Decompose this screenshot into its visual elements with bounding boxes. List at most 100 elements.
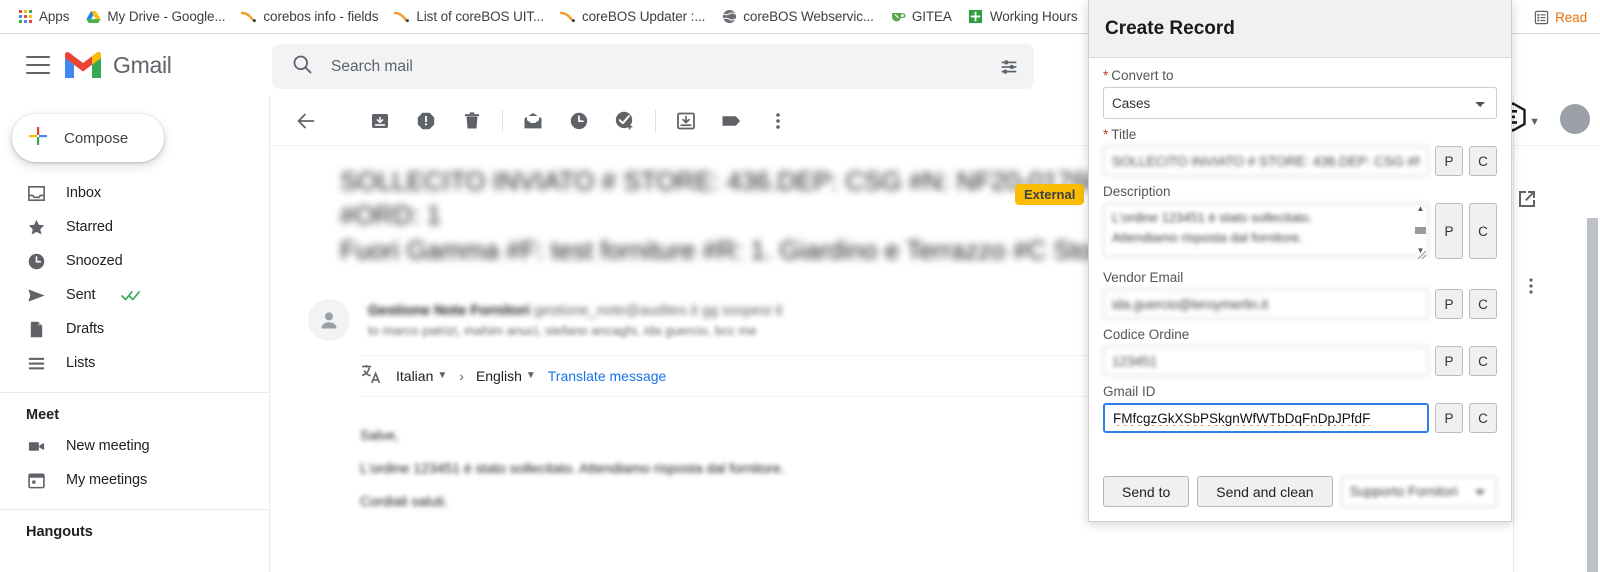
search-options-icon[interactable]	[998, 56, 1020, 78]
double-check-icon	[121, 289, 141, 302]
bookmarks-overflow: Read	[1526, 0, 1600, 33]
description-paste-button[interactable]: P	[1435, 203, 1463, 259]
target-language-label: English	[475, 367, 522, 384]
label-text: Codice Ordine	[1103, 327, 1190, 342]
bookmark-list-of-corebos-uit[interactable]: List of coreBOS UIT...	[387, 7, 551, 27]
bookmark-corebos-info-fields[interactable]: corebos info - fields	[234, 7, 385, 27]
sidebar-item-label: Snoozed	[66, 253, 123, 269]
bookmark-label: My Drive - Google...	[107, 9, 226, 24]
vendor-email-input[interactable]	[1103, 289, 1429, 319]
gmail-id-paste-button[interactable]: P	[1435, 403, 1463, 433]
translate-bar: Italian ▼ › English ▼ Translate message	[360, 354, 1190, 397]
label-icon[interactable]	[712, 101, 752, 141]
search-bar[interactable]	[272, 44, 1034, 89]
field-vendor-email: Vendor Email P C	[1103, 270, 1497, 319]
sidebar-item-drafts[interactable]: Drafts	[0, 312, 259, 346]
bookmark-gitea[interactable]: GITEA	[883, 7, 959, 27]
clock-icon	[26, 251, 46, 271]
report-spam-icon[interactable]	[406, 101, 446, 141]
gmail-m-icon	[62, 49, 104, 81]
browser-window: Apps My Drive - Google... corebos info -…	[0, 0, 1600, 572]
bookmark-my-drive[interactable]: My Drive - Google...	[78, 7, 232, 27]
description-copy-button[interactable]: C	[1469, 203, 1497, 259]
avatar[interactable]	[1560, 104, 1590, 134]
translate-arrow-icon: ›	[459, 367, 464, 384]
hangouts-section-title: Hangouts	[26, 524, 93, 540]
more-options-icon[interactable]	[1528, 276, 1534, 299]
label-text: Description	[1103, 184, 1171, 199]
open-in-new-window-icon[interactable]	[1516, 188, 1538, 210]
archive-icon[interactable]	[360, 101, 400, 141]
message-recipients: to marco patrizi, mahim anuci, stefano a…	[368, 322, 757, 338]
bookmark-reading-list[interactable]: Read	[1526, 7, 1594, 27]
google-drive-icon	[85, 9, 101, 25]
description-textarea[interactable]	[1103, 203, 1429, 257]
bookmark-apps[interactable]: Apps	[10, 7, 76, 27]
sidebar-item-inbox[interactable]: Inbox	[0, 176, 259, 210]
send-and-clean-button[interactable]: Send and clean	[1197, 476, 1333, 507]
sidebar-item-label: Starred	[66, 219, 113, 235]
gmail-id-copy-button[interactable]: C	[1469, 403, 1497, 433]
sidebar-item-lists[interactable]: Lists	[0, 346, 259, 380]
bookmark-label: coreBOS Webservic...	[743, 9, 874, 24]
main-menu-icon[interactable]	[26, 56, 50, 74]
plus-icon	[26, 124, 50, 152]
bookmark-corebos-webservices[interactable]: coreBOS Webservic...	[714, 7, 881, 27]
more-options-icon[interactable]	[758, 101, 798, 141]
gmail-logo[interactable]: Gmail	[62, 49, 172, 81]
back-icon[interactable]	[286, 101, 326, 141]
gitea-icon	[890, 9, 906, 25]
convert-to-select[interactable]: Cases	[1103, 87, 1497, 119]
bookmark-corebos-updater[interactable]: coreBOS Updater :...	[553, 7, 712, 27]
gmail-id-input[interactable]	[1103, 403, 1429, 433]
translate-message-link[interactable]: Translate message	[548, 368, 667, 384]
bookmark-working-hours[interactable]: Working Hours	[961, 7, 1085, 27]
sidebar-item-my-meetings[interactable]: My meetings	[0, 463, 259, 497]
avatar	[308, 298, 350, 341]
bookmark-label: Read	[1555, 9, 1587, 25]
email-subject-line-2: Fuori Gamma #F: test forniture #R: 1. Gi…	[340, 234, 1119, 265]
vendor-email-paste-button[interactable]: P	[1435, 289, 1463, 319]
sidebar-item-sent[interactable]: Sent	[0, 278, 259, 312]
title-input[interactable]	[1103, 146, 1429, 176]
video-camera-icon	[26, 436, 46, 456]
resize-grip-icon[interactable]	[1418, 251, 1426, 259]
bookmark-label: coreBOS Updater :...	[581, 9, 706, 24]
reading-list-icon	[1533, 9, 1549, 25]
send-to-button[interactable]: Send to	[1103, 476, 1190, 507]
queue-select[interactable]: Supporto Fornitori	[1340, 476, 1497, 507]
sidebar-item-label: Inbox	[66, 185, 101, 201]
search-input[interactable]	[331, 57, 998, 76]
bookmark-label: GITEA	[911, 9, 952, 24]
add-to-tasks-icon[interactable]	[605, 101, 645, 141]
sidebar-item-label: Sent	[66, 287, 96, 303]
label-text: Convert to	[1111, 68, 1174, 83]
scrollbar-track[interactable]	[1586, 156, 1600, 572]
sidebar-item-new-meeting[interactable]: New meeting	[0, 429, 259, 463]
sidebar-item-snoozed[interactable]: Snoozed	[0, 244, 259, 278]
chevron-down-icon[interactable]: ▼	[1529, 116, 1540, 128]
chevron-down-icon: ▼	[437, 370, 448, 382]
codice-ordine-paste-button[interactable]: P	[1435, 346, 1463, 376]
translate-target-language[interactable]: English ▼	[476, 368, 536, 384]
codice-ordine-input[interactable]	[1103, 346, 1429, 376]
codice-ordine-copy-button[interactable]: C	[1469, 346, 1497, 376]
vendor-email-copy-button[interactable]: C	[1469, 289, 1497, 319]
mark-unread-icon[interactable]	[513, 101, 553, 141]
send-icon	[26, 285, 46, 305]
move-to-inbox-icon[interactable]	[666, 101, 706, 141]
inbox-icon	[26, 183, 46, 203]
snooze-icon[interactable]	[559, 101, 599, 141]
field-label: Gmail ID	[1103, 384, 1497, 399]
compose-button[interactable]: Compose	[12, 114, 164, 162]
sidebar-item-starred[interactable]: Starred	[0, 210, 259, 244]
title-copy-button[interactable]: C	[1469, 146, 1497, 176]
field-description: Description ▲ ▼ P C	[1103, 184, 1497, 262]
translate-source-language[interactable]: Italian ▼	[396, 368, 447, 384]
document-icon	[26, 319, 46, 339]
green-plus-icon	[968, 9, 984, 25]
scrollbar-thumb[interactable]	[1587, 218, 1598, 572]
title-paste-button[interactable]: P	[1435, 146, 1463, 176]
delete-icon[interactable]	[452, 101, 492, 141]
dialog-header: Create Record	[1089, 0, 1511, 58]
